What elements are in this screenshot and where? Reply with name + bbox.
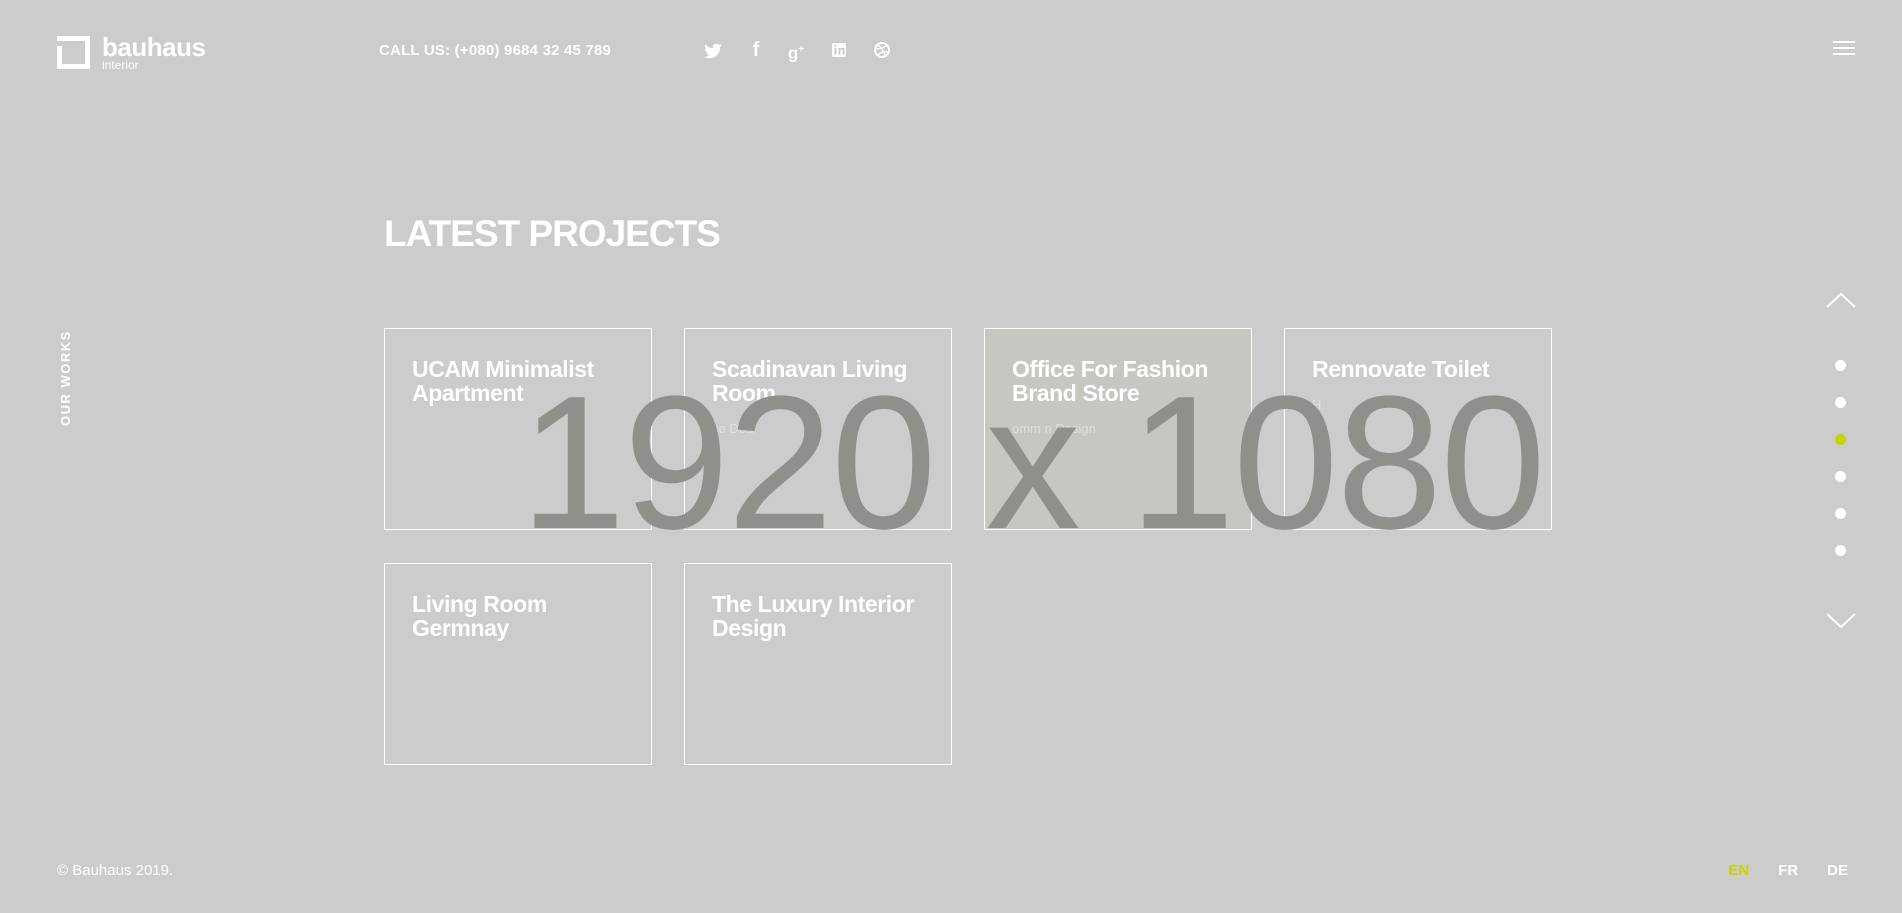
chevron-up-icon[interactable]	[1825, 290, 1857, 310]
project-title: Rennovate Toilet	[1312, 356, 1490, 382]
section-title: LATEST PROJECTS	[384, 213, 721, 254]
language-en[interactable]: EN	[1728, 862, 1749, 879]
linkedin-icon[interactable]	[829, 38, 849, 62]
language-switcher: EN FR DE	[1728, 862, 1848, 879]
twitter-icon[interactable]	[703, 38, 723, 62]
project-category: se Desi	[712, 421, 756, 436]
slide-dot-active[interactable]	[1835, 434, 1846, 445]
slide-dot[interactable]	[1835, 471, 1846, 482]
project-title: Office For Fashion Brand Store	[1012, 356, 1208, 406]
project-title: UCAM Minimalist Apartment	[412, 356, 594, 406]
slide-dot[interactable]	[1835, 360, 1846, 371]
language-de[interactable]: DE	[1827, 862, 1848, 879]
social-links: f g+	[703, 38, 892, 63]
project-card[interactable]: Rennovate Toilet H	[1284, 328, 1552, 530]
logo-text: bauhaus interior	[102, 32, 206, 71]
facebook-icon[interactable]: f	[746, 38, 766, 62]
project-card[interactable]: UCAM Minimalist Apartment	[384, 328, 652, 530]
logo[interactable]: bauhaus interior	[57, 32, 206, 71]
chevron-down-icon[interactable]	[1825, 611, 1857, 631]
project-card[interactable]: The Luxury Interior Design	[684, 563, 952, 765]
hamburger-menu-icon[interactable]	[1833, 41, 1855, 57]
slide-dot[interactable]	[1835, 508, 1846, 519]
project-title: Scadinavan Living Room	[712, 356, 908, 406]
language-fr[interactable]: FR	[1778, 862, 1798, 879]
dribbble-icon[interactable]	[872, 38, 892, 62]
phone-number[interactable]: CALL US: (+080) 9684 32 45 789	[379, 42, 611, 59]
logo-name: bauhaus	[102, 32, 206, 62]
slide-dot[interactable]	[1835, 545, 1846, 556]
copyright: © Bauhaus 2019.	[57, 862, 174, 879]
slide-pagination	[1835, 360, 1846, 582]
project-category: omm n Design	[1012, 421, 1096, 436]
side-section-label: OUR WORKS	[58, 330, 73, 426]
slide-dot[interactable]	[1835, 397, 1846, 408]
project-card[interactable]: Scadinavan Living Room se Desi	[684, 328, 952, 530]
project-category: H	[1312, 397, 1322, 412]
project-title: The Luxury Interior Design	[712, 591, 914, 641]
logo-mark-icon	[57, 36, 90, 69]
project-card[interactable]: Living Room Germnay	[384, 563, 652, 765]
project-title: Living Room Germnay	[412, 591, 547, 641]
project-card[interactable]: Office For Fashion Brand Store omm n Des…	[984, 328, 1252, 530]
google-plus-icon[interactable]: g+	[786, 38, 806, 63]
